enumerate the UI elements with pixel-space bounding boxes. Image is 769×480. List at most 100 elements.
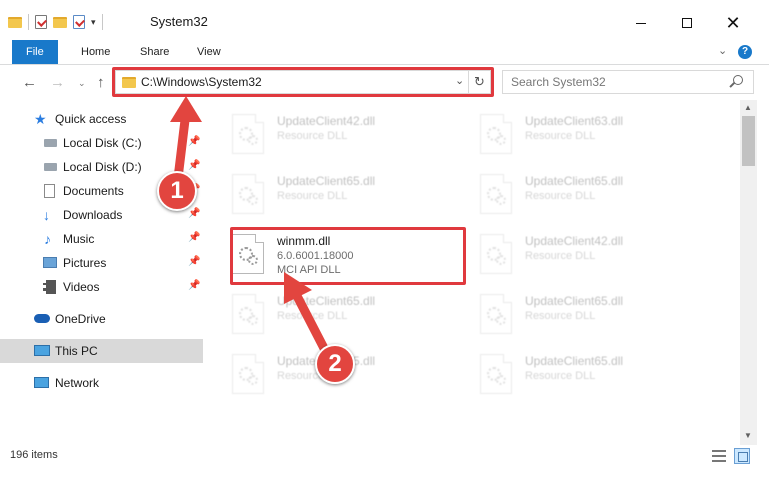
sidebar-item-label: Local Disk (D:) [63,160,142,174]
network-icon [34,377,49,388]
tab-share[interactable]: Share [127,40,182,64]
sidebar-item-local-disk-c[interactable]: Local Disk (C:) 📌 [0,131,203,155]
back-arrow-icon[interactable]: ← [22,74,37,91]
chevron-down-icon[interactable]: ▾ [91,17,96,28]
search-box[interactable] [502,70,754,94]
sidebar-item-label: OneDrive [55,312,106,326]
step-badge-2: 2 [315,344,355,384]
search-icon[interactable] [733,75,743,85]
sidebar-item-label: Documents [63,184,124,198]
download-icon: ↓ [43,207,50,223]
tab-view[interactable]: View [184,40,234,64]
file-name: UpdateClient42.dll [525,234,624,248]
file-name: UpdateClient63.dll [525,114,624,128]
file-tile[interactable]: UpdateClient42.dll Resource DLL [458,224,693,282]
cloud-icon [34,314,50,323]
close-icon: ✕ [725,12,741,33]
tiles-view-icon[interactable] [734,448,750,464]
folder-icon [8,16,22,28]
file-type: Resource DLL [277,130,348,142]
dll-file-icon [232,174,264,214]
vertical-scrollbar[interactable]: ▲ ▼ [740,100,757,445]
step-badge-1: 1 [157,171,197,211]
dll-file-icon [232,294,264,334]
dll-file-icon [232,114,264,154]
window-title: System32 [150,14,208,29]
pin-icon[interactable]: 📌 [188,280,200,291]
file-highlight-box [230,227,466,285]
file-name: UpdateClient65.dll [525,294,624,308]
properties-icon[interactable] [35,15,47,29]
pin-icon[interactable]: 📌 [188,136,200,147]
star-icon: ★ [34,111,47,127]
navigation-bar: ← → ⌄ ↑ C:\Windows\System32 ⌄ ↻ [0,66,769,100]
separator [101,14,103,30]
up-arrow-icon[interactable]: ↑ [97,74,105,91]
file-name: UpdateClient65.dll [525,354,624,368]
file-tile[interactable]: UpdateClient65.dll Resource DLL [458,284,693,342]
file-name: UpdateClient65.dll [277,174,376,188]
pin-icon[interactable]: 📌 [188,232,200,243]
file-type: Resource DLL [525,130,596,142]
minimize-button[interactable] [618,8,664,38]
maximize-icon [682,18,692,28]
file-type: Resource DLL [277,310,348,322]
documents-icon [44,184,55,198]
maximize-button[interactable] [664,8,710,38]
file-tile[interactable]: UpdateClient63.dll Resource DLL [458,104,693,162]
file-type: Resource DLL [525,310,596,322]
file-name: UpdateClient65.dll [277,294,376,308]
file-name: UpdateClient65.dll [525,174,624,188]
customize-toolbar-icon[interactable] [73,15,85,29]
sidebar-item-label: Quick access [55,112,127,126]
title-bar: ▾ System32 ✕ [0,0,769,40]
file-tile[interactable]: UpdateClient65.dll Resource DLL [458,164,693,222]
file-type: Resource DLL [525,370,596,382]
close-button[interactable]: ✕ [710,8,756,38]
forward-arrow-icon[interactable]: → [50,74,65,91]
music-icon: ♪ [44,231,51,247]
file-tile[interactable]: UpdateClient65.dll Resource DLL [458,344,693,402]
sidebar-item-label: Videos [63,280,100,294]
file-tile[interactable]: UpdateClient42.dll Resource DLL [210,104,445,162]
ribbon-tabs: File Home Share View ⌄ ? [0,40,769,65]
tab-file[interactable]: File [12,40,58,64]
status-bar: 196 items [0,446,769,468]
sidebar-item-label: Network [55,376,100,390]
sidebar-item-music[interactable]: ♪ Music 📌 [0,227,203,251]
videos-icon [43,280,56,294]
help-icon[interactable]: ? [738,45,752,59]
sidebar-item-pictures[interactable]: Pictures 📌 [0,251,203,275]
file-type: Resource DLL [525,190,596,202]
pin-icon[interactable]: 📌 [188,208,200,219]
expand-ribbon-icon[interactable]: ⌄ [718,44,727,57]
sidebar-item-this-pc[interactable]: This PC [0,339,203,363]
scroll-up-icon[interactable]: ▲ [744,103,752,112]
file-tile[interactable]: UpdateClient65.dll Resource DLL [210,284,445,342]
sidebar-item-network[interactable]: Network [0,371,203,395]
tab-home[interactable]: Home [68,40,123,64]
scroll-thumb[interactable] [742,116,755,166]
dll-file-icon [480,234,512,274]
sidebar-item-videos[interactable]: Videos 📌 [0,275,203,299]
pin-icon[interactable]: 📌 [188,256,200,267]
item-count: 196 items [10,449,58,461]
minimize-icon [636,22,646,24]
file-type: Resource DLL [277,190,348,202]
computer-icon [34,345,50,356]
navigation-pane: ★ Quick access Local Disk (C:) 📌 Local D… [0,100,210,438]
scroll-down-icon[interactable]: ▼ [744,431,752,440]
details-view-icon[interactable] [712,450,726,462]
dll-file-icon [232,354,264,394]
new-folder-icon[interactable] [53,16,67,28]
sidebar-item-quick-access[interactable]: ★ Quick access [0,107,203,131]
file-list: UpdateClient42.dll Resource DLL UpdateCl… [210,100,740,438]
search-input[interactable] [503,71,729,93]
sidebar-item-label: Pictures [63,256,107,270]
pin-icon[interactable]: 📌 [188,160,200,171]
sidebar-item-label: Music [63,232,95,246]
sidebar-item-label: Local Disk (C:) [63,136,142,150]
file-tile[interactable]: UpdateClient65.dll Resource DLL [210,164,445,222]
sidebar-item-onedrive[interactable]: OneDrive [0,307,203,331]
recent-locations-chevron-icon[interactable]: ⌄ [78,78,86,89]
